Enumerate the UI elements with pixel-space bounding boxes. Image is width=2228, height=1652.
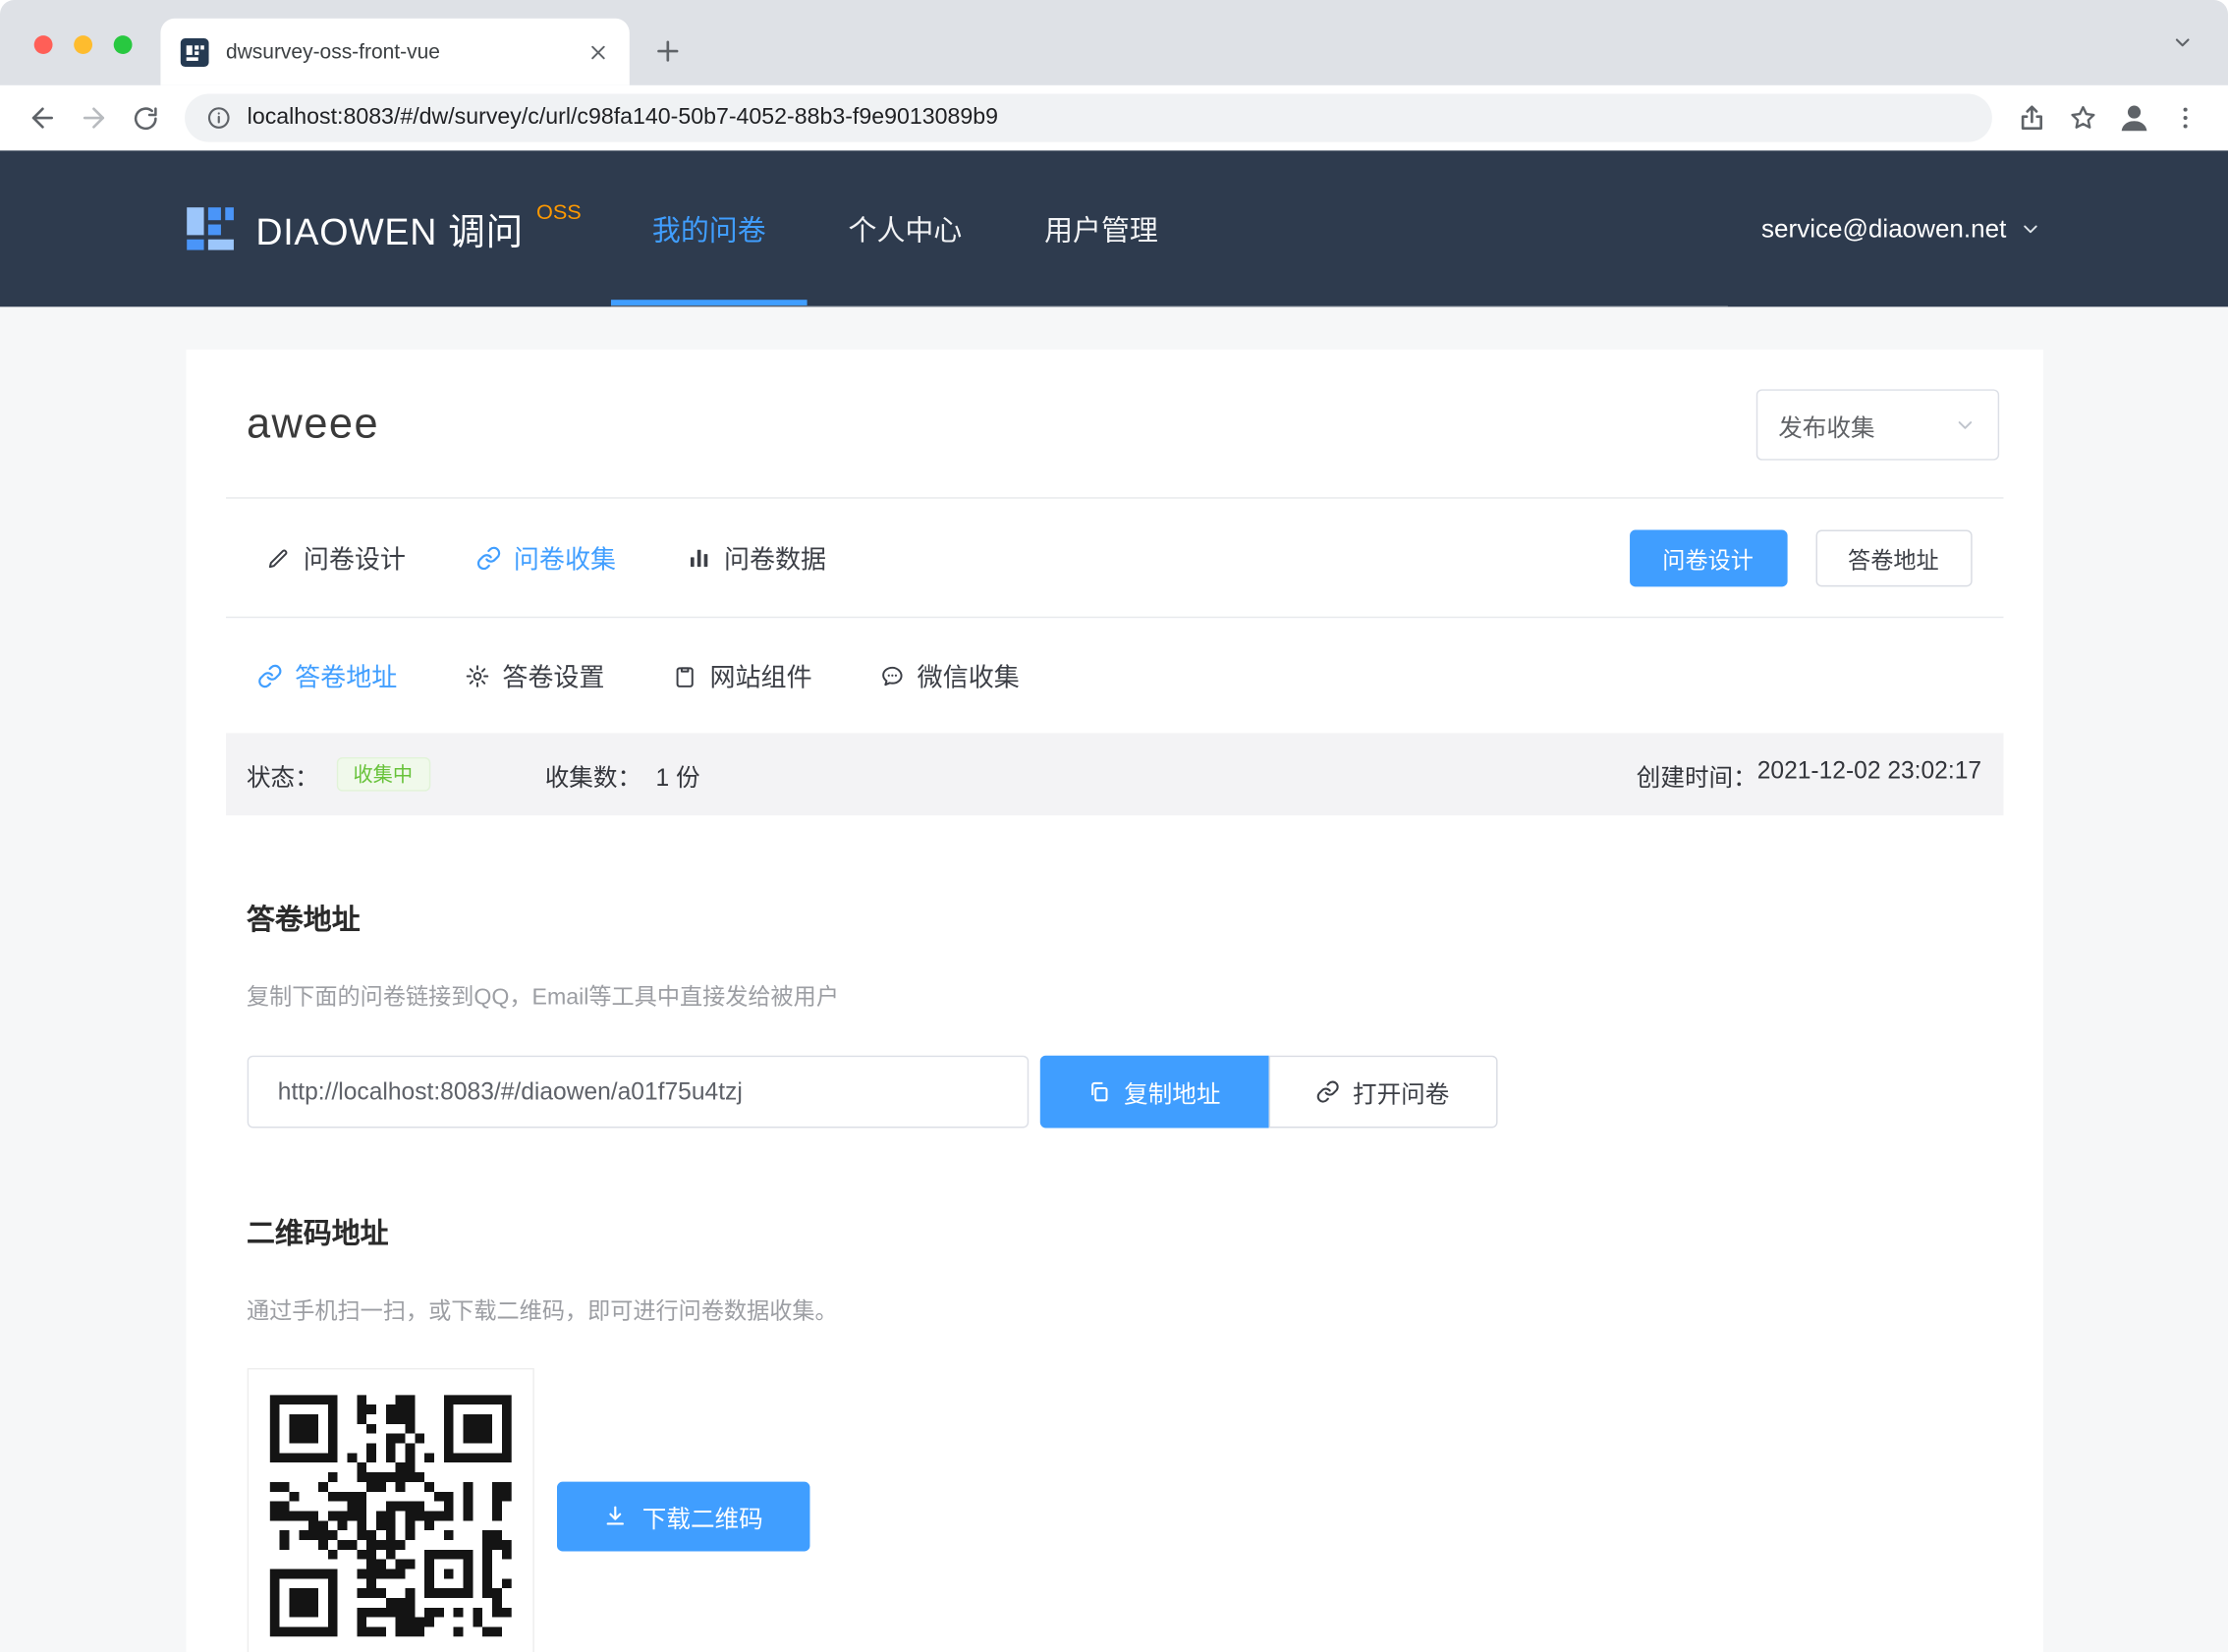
chat-bubble-icon <box>879 663 905 688</box>
sections: 答卷地址 复制下面的问卷链接到QQ，Email等工具中直接发给被用户 复制地址 <box>186 897 2042 1652</box>
reload-button[interactable] <box>120 92 171 143</box>
status-label: 状态： <box>247 756 319 792</box>
survey-tabs: 问卷设计 问卷收集 问卷数据 问卷设计 答卷地址 <box>186 499 2042 617</box>
back-button[interactable] <box>17 92 68 143</box>
window-close-button[interactable] <box>34 35 53 54</box>
collect-subtabs: 答卷地址 答卷设置 网站组件 <box>186 618 2042 733</box>
page-background: aweee 发布收集 问卷设计 <box>0 306 2228 1652</box>
publish-collect-dropdown[interactable]: 发布收集 <box>1755 389 1998 460</box>
main-nav: 我的问卷 个人中心 用户管理 <box>611 150 1728 306</box>
open-survey-label: 打开问卷 <box>1353 1074 1449 1110</box>
survey-title: aweee <box>247 401 379 449</box>
subtab-wechat-collect[interactable]: 微信收集 <box>879 657 1020 694</box>
nav-item-user-management[interactable]: 用户管理 <box>1003 150 1199 305</box>
survey-link-input[interactable] <box>247 1056 1029 1129</box>
publish-collect-label: 发布收集 <box>1778 407 1874 442</box>
screen: dwsurvey-oss-front-vue localhost:8083/#/… <box>0 0 2228 1652</box>
copy-icon <box>1087 1079 1112 1104</box>
tab-label: 问卷设计 <box>304 539 406 577</box>
download-icon <box>602 1503 628 1528</box>
count-value: 1 份 <box>656 756 700 792</box>
answer-url-button[interactable]: 答卷地址 <box>1815 529 1972 586</box>
card-header: aweee 发布收集 <box>186 350 2042 497</box>
clipboard-icon <box>671 663 696 688</box>
copy-link-label: 复制地址 <box>1124 1074 1220 1110</box>
brand-badge: OSS <box>536 199 582 224</box>
chevron-down-icon <box>1953 413 1976 436</box>
subtab-label: 答卷设置 <box>502 657 604 694</box>
qr-desc: 通过手机扫一扫，或下载二维码，即可进行问卷数据收集。 <box>247 1292 2042 1326</box>
count-label: 收集数： <box>545 756 641 792</box>
profile-avatar[interactable] <box>2109 92 2160 143</box>
window-zoom-button[interactable] <box>114 35 133 54</box>
link-icon <box>1315 1079 1340 1104</box>
open-survey-button[interactable]: 打开问卷 <box>1268 1056 1497 1129</box>
created-label: 创建时间： <box>1637 756 1757 792</box>
answer-url-desc: 复制下面的问卷链接到QQ，Email等工具中直接发给被用户 <box>247 977 2042 1012</box>
window-minimize-button[interactable] <box>74 35 92 54</box>
new-tab-button[interactable] <box>646 29 689 72</box>
link-button-group: 复制地址 打开问卷 <box>1039 1056 1497 1129</box>
account-email: service@diaowen.net <box>1761 214 2006 244</box>
subtab-site-widget[interactable]: 网站组件 <box>671 657 811 694</box>
gear-icon <box>464 663 489 688</box>
survey-design-button[interactable]: 问卷设计 <box>1629 529 1787 586</box>
tab-survey-collect[interactable]: 问卷收集 <box>475 539 616 577</box>
tab-search-chevron-icon[interactable] <box>2162 23 2202 63</box>
diaowen-logo-icon <box>185 203 236 254</box>
link-icon <box>475 545 501 571</box>
qr-box <box>247 1368 533 1652</box>
window-controls <box>34 35 133 54</box>
address-bar[interactable]: localhost:8083/#/dw/survey/c/url/c98fa14… <box>185 93 1992 141</box>
tab-label: 问卷数据 <box>724 539 826 577</box>
created-value: 2021-12-02 23:02:17 <box>1757 756 1981 792</box>
qr-heading: 二维码地址 <box>247 1210 2042 1251</box>
subtab-label: 微信收集 <box>918 657 1020 694</box>
nav-item-my-surveys[interactable]: 我的问卷 <box>611 150 808 305</box>
status-bar: 状态： 收集中 收集数： 1 份 创建时间： 2021-12-02 23:02:… <box>225 733 2002 815</box>
header-actions: 问卷设计 答卷地址 <box>1629 529 1972 586</box>
app-header: DIAOWEN 调问 OSS 我的问卷 个人中心 用户管理 service@di… <box>0 150 2228 306</box>
qr-row: 下载二维码 <box>247 1368 2042 1652</box>
copy-link-button[interactable]: 复制地址 <box>1039 1056 1268 1129</box>
link-row: 复制地址 打开问卷 <box>247 1056 2042 1129</box>
share-icon[interactable] <box>2006 92 2057 143</box>
chevron-down-icon <box>2019 217 2041 240</box>
download-qr-label: 下载二维码 <box>642 1498 763 1533</box>
tab-survey-design[interactable]: 问卷设计 <box>265 539 406 577</box>
browser-window: dwsurvey-oss-front-vue localhost:8083/#/… <box>0 0 2228 1652</box>
created-time: 创建时间： 2021-12-02 23:02:17 <box>1637 756 1981 792</box>
brand-logo: DIAOWEN 调问 OSS <box>185 150 611 306</box>
subtab-label: 答卷地址 <box>295 657 397 694</box>
browser-menu-icon[interactable] <box>2160 92 2211 143</box>
download-qr-button[interactable]: 下载二维码 <box>556 1481 808 1551</box>
tab-close-icon[interactable] <box>586 40 609 63</box>
nav-item-profile-center[interactable]: 个人中心 <box>808 150 1004 305</box>
forward-button[interactable] <box>68 92 119 143</box>
answer-url-heading: 答卷地址 <box>247 897 2042 938</box>
tab-label: 问卷收集 <box>514 539 616 577</box>
status-badge: 收集中 <box>336 757 429 792</box>
survey-card: aweee 发布收集 问卷设计 <box>186 350 2042 1652</box>
site-favicon-icon <box>181 37 209 66</box>
brand-name: DIAOWEN 调问 <box>255 202 524 255</box>
account-menu[interactable]: service@diaowen.net <box>1761 150 2041 306</box>
subtab-answer-settings[interactable]: 答卷设置 <box>464 657 604 694</box>
collect-count: 收集数： 1 份 <box>545 756 700 792</box>
tab-survey-data[interactable]: 问卷数据 <box>686 539 826 577</box>
url-text: localhost:8083/#/dw/survey/c/url/c98fa14… <box>248 105 998 131</box>
pencil-icon <box>265 545 291 571</box>
subtab-label: 网站组件 <box>709 657 811 694</box>
tab-title: dwsurvey-oss-front-vue <box>226 40 586 63</box>
browser-tab[interactable]: dwsurvey-oss-front-vue <box>160 19 629 85</box>
browser-toolbar: localhost:8083/#/dw/survey/c/url/c98fa14… <box>0 85 2228 151</box>
qr-code <box>269 1395 511 1636</box>
bar-chart-icon <box>686 545 711 571</box>
site-info-icon[interactable] <box>206 105 232 131</box>
browser-tab-strip: dwsurvey-oss-front-vue <box>0 0 2228 85</box>
subtab-answer-url[interactable]: 答卷地址 <box>256 657 397 694</box>
bookmark-star-icon[interactable] <box>2057 92 2108 143</box>
link-icon <box>256 663 282 688</box>
